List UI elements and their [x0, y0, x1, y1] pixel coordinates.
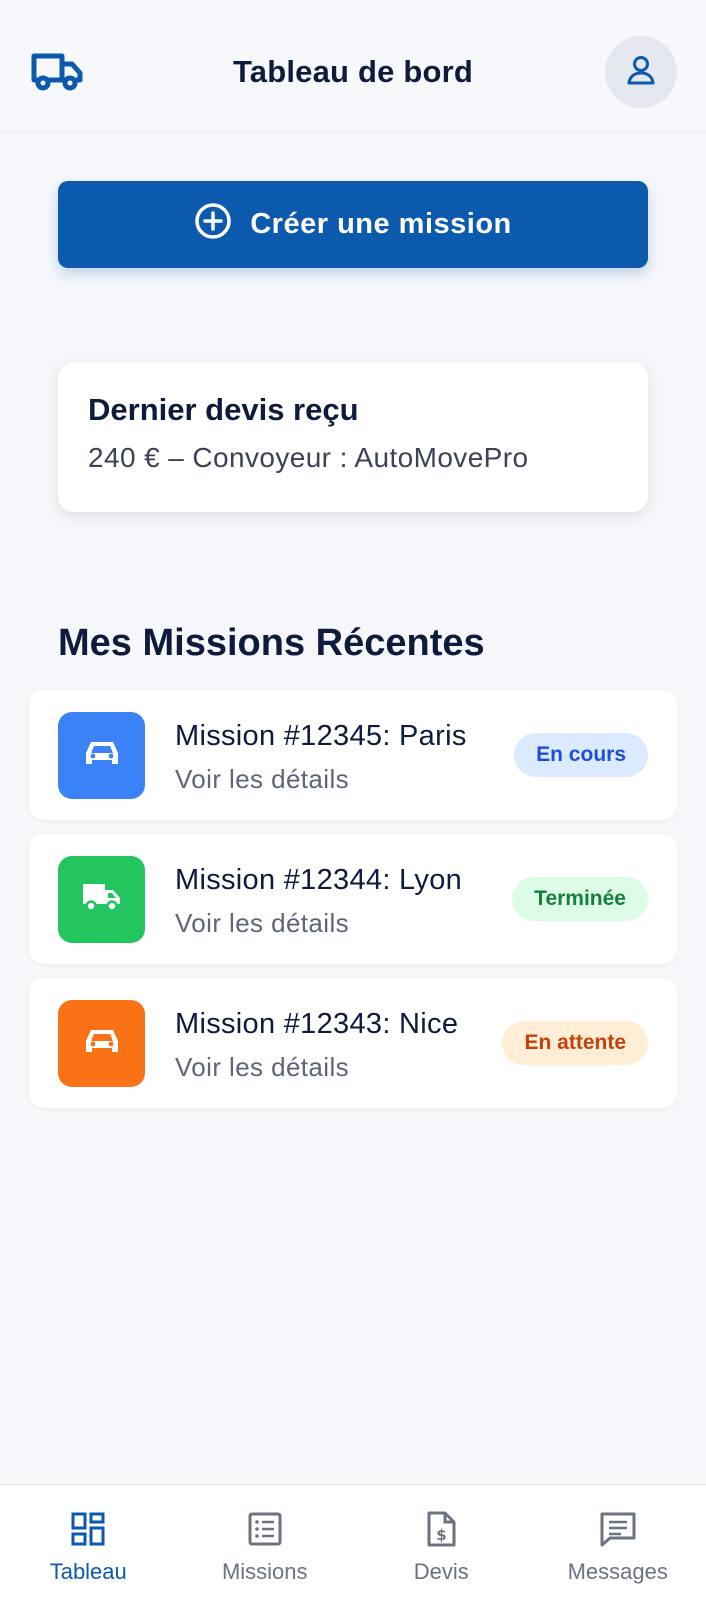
mission-title: Mission #12343: Nice: [175, 1008, 459, 1040]
mission-row[interactable]: Mission #12343: Nice Voir les détails En…: [29, 978, 677, 1108]
bottom-navigation: Tableau Missions $ Devis Messages: [0, 1484, 706, 1600]
mission-title: Mission #12345: Paris: [175, 720, 467, 752]
mission-details-link[interactable]: Voir les détails: [175, 1052, 349, 1083]
recent-missions-title: Mes Missions Récentes: [58, 622, 485, 664]
app-header: Tableau de bord: [0, 0, 706, 132]
nav-item-tableau[interactable]: Tableau: [0, 1485, 177, 1600]
status-badge: En attente: [502, 1021, 648, 1065]
dashboard-icon: [70, 1511, 106, 1553]
mission-details-link[interactable]: Voir les détails: [175, 764, 349, 795]
user-icon: [625, 54, 657, 91]
mission-icon-tile: [58, 1000, 145, 1087]
list-icon: [247, 1511, 283, 1553]
mission-icon-tile: [58, 856, 145, 943]
nav-label: Missions: [221, 1559, 308, 1584]
page-title: Tableau de bord: [232, 54, 474, 89]
truck-icon: [81, 881, 123, 918]
message-icon: [599, 1511, 637, 1553]
nav-label: Messages: [567, 1559, 668, 1584]
svg-text:$: $: [437, 1526, 447, 1544]
mission-details-link[interactable]: Voir les détails: [175, 908, 349, 939]
mission-row[interactable]: Mission #12345: Paris Voir les détails E…: [29, 690, 677, 820]
create-mission-label: Créer une mission: [250, 208, 512, 240]
profile-button[interactable]: [605, 36, 677, 108]
last-quote-card[interactable]: Dernier devis reçu 240 € – Convoyeur : A…: [58, 362, 648, 512]
invoice-icon: $: [423, 1511, 459, 1553]
mission-row[interactable]: Mission #12344: Lyon Voir les détails Te…: [29, 834, 677, 964]
mission-icon-tile: [58, 712, 145, 799]
nav-item-devis[interactable]: $ Devis: [353, 1485, 530, 1600]
create-mission-button[interactable]: Créer une mission: [58, 181, 648, 268]
quote-card-text: 240 € – Convoyeur : AutoMovePro: [88, 442, 529, 473]
nav-label: Devis: [413, 1559, 469, 1584]
app: Tableau de bord Créer une mission Dernie…: [0, 0, 706, 1600]
nav-item-messages[interactable]: Messages: [530, 1485, 706, 1600]
nav-item-missions[interactable]: Missions: [177, 1485, 354, 1600]
car-icon: [84, 738, 120, 773]
mission-title: Mission #12344: Lyon: [175, 864, 463, 896]
plus-circle-icon: [194, 202, 232, 248]
status-badge: Terminée: [512, 877, 648, 921]
nav-label: Tableau: [49, 1559, 127, 1584]
quote-card-title: Dernier devis reçu: [88, 392, 359, 427]
status-badge: En cours: [514, 733, 648, 777]
car-icon: [84, 1026, 120, 1061]
